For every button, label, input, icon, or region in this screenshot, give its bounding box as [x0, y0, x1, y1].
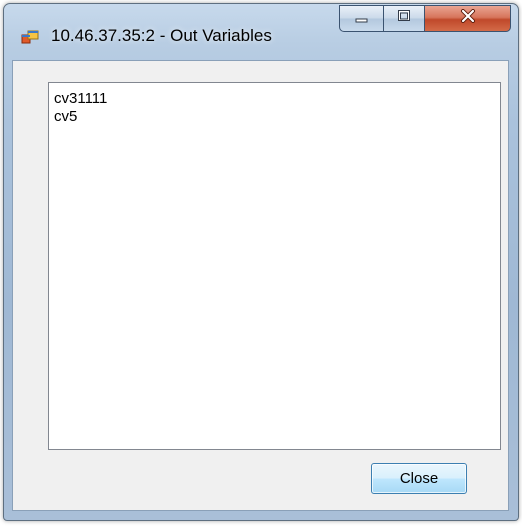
windows-form-icon	[21, 29, 39, 47]
minimize-icon	[354, 10, 370, 28]
minimize-button[interactable]	[339, 5, 383, 32]
close-button[interactable]: Close	[371, 463, 467, 494]
close-icon	[460, 9, 476, 28]
dialog-client-area: cv31111 cv5 Close	[12, 60, 509, 511]
window-title: 10.46.37.35:2 - Out Variables	[51, 26, 272, 45]
maximize-button[interactable]	[383, 5, 425, 32]
variables-listbox[interactable]: cv31111 cv5	[48, 82, 501, 450]
list-item[interactable]: cv5	[52, 108, 497, 126]
title-bar[interactable]: 10.46.37.35:2 - Out Variables	[4, 4, 518, 60]
caption-buttons	[339, 5, 511, 33]
list-item[interactable]: cv31111	[52, 90, 497, 108]
window-close-button[interactable]	[425, 5, 511, 32]
maximize-icon	[397, 9, 411, 28]
out-variables-window: 10.46.37.35:2 - Out Variables cv31111 cv…	[3, 3, 519, 521]
